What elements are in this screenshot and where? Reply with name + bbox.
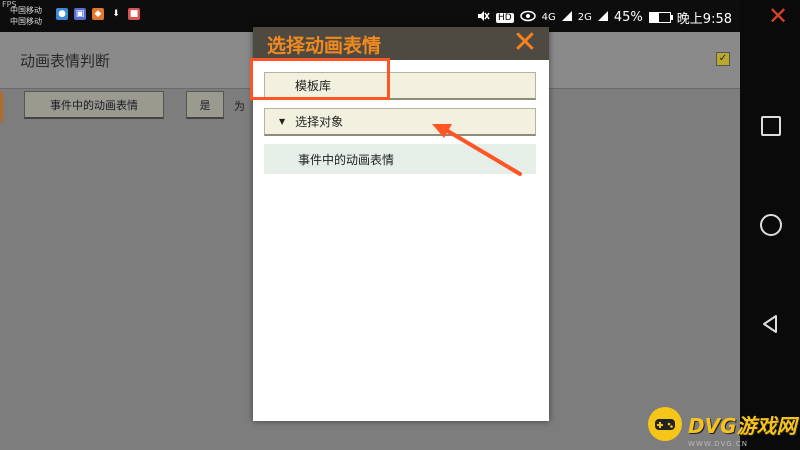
event-emoji-button[interactable]: 事件中的动画表情 [24, 91, 164, 119]
download-icon: ⬇ [112, 9, 120, 19]
mute-icon [476, 9, 490, 27]
left-accent-bar [0, 92, 3, 122]
back-icon[interactable] [762, 314, 778, 338]
select-target-dropdown[interactable]: ▼ 选择对象 [264, 108, 536, 136]
battery-icon [648, 12, 673, 23]
select-target-label: 选择对象 [295, 115, 344, 129]
store-icon: ■ [128, 8, 140, 20]
template-library-label: 模板库 [295, 79, 332, 93]
signal-icon-2 [597, 10, 608, 25]
signal-icon-1 [561, 10, 572, 25]
close-app-icon[interactable]: ✕ [768, 4, 788, 28]
hd-icon: HD [495, 12, 514, 23]
watermark-logo: DVG游戏网 [648, 404, 797, 444]
dialog-header: 选择动画表情 ✕ [253, 27, 549, 60]
event-emoji-item-label: 事件中的动画表情 [298, 152, 395, 167]
event-emoji-item[interactable]: 事件中的动画表情 [264, 144, 536, 174]
background-title: 动画表情判断 [20, 52, 111, 70]
close-icon[interactable]: ✕ [510, 28, 540, 58]
network-2: 2G [577, 12, 592, 23]
for-label: 为 [234, 100, 245, 113]
eye-icon [519, 10, 536, 26]
notification-icons: ● ▣ ◆ ⬇ ■ [56, 8, 140, 20]
clock: 晚上9:58 [676, 12, 732, 27]
select-emoji-dialog: 选择动画表情 ✕ 模板库 ▼ 选择对象 事件中的动画表情 [253, 27, 549, 421]
is-button[interactable]: 是 [186, 91, 224, 119]
dialog-title: 选择动画表情 [267, 35, 382, 57]
circle-icon[interactable] [760, 214, 782, 236]
network-1: 4G [541, 12, 556, 23]
app-icon: ◆ [92, 8, 104, 20]
square-icon[interactable] [761, 116, 781, 136]
triangle-down-icon: ▼ [279, 117, 286, 126]
carrier-1: 中国移动 [10, 6, 42, 15]
chat-icon: ● [56, 8, 68, 20]
watermark-url: WWW.DVG.CN [688, 440, 749, 448]
gamepad-icon [648, 407, 682, 441]
battery-percent: 45% [613, 10, 643, 25]
template-library-button[interactable]: 模板库 [264, 72, 536, 100]
carrier-2: 中国移动 [10, 17, 42, 26]
app-screen: FPS 中国移动 中国移动 ● ▣ ◆ ⬇ ■ HD 4G 2G 45% 晚上9… [0, 0, 740, 450]
toggle-checkbox[interactable]: ✓ [716, 52, 730, 66]
battery-fill [649, 13, 659, 22]
gallery-icon: ▣ [74, 8, 86, 20]
watermark-brand: DVG游戏网 [688, 413, 797, 438]
